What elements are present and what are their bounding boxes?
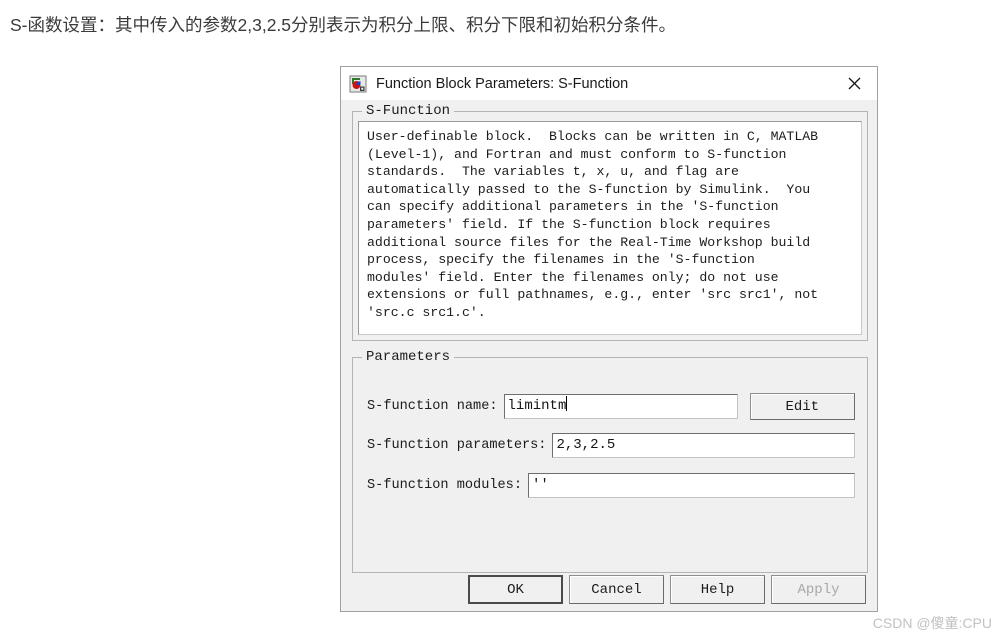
- close-icon[interactable]: [832, 67, 877, 100]
- parameters-groupbox: Parameters S-function name: limintm Edit…: [352, 349, 868, 573]
- ok-button[interactable]: OK: [468, 575, 563, 604]
- sfunction-name-row: S-function name: limintm Edit: [367, 393, 855, 420]
- page-caption: S-函数设置：其中传入的参数2,3,2.5分别表示为积分上限、积分下限和初始积分…: [10, 15, 677, 35]
- simulink-block-icon: [349, 75, 367, 93]
- function-block-parameters-dialog: Function Block Parameters: S-Function S-…: [340, 66, 878, 612]
- sfunction-parameters-label: S-function parameters:: [367, 438, 547, 453]
- sfunction-group-legend: S-Function: [362, 103, 455, 119]
- sfunction-parameters-row: S-function parameters: 2,3,2.5: [367, 433, 855, 458]
- cancel-button[interactable]: Cancel: [569, 575, 664, 604]
- text-caret: [566, 396, 568, 411]
- sfunction-description-text: User-definable block. Blocks can be writ…: [367, 129, 819, 320]
- help-button[interactable]: Help: [670, 575, 765, 604]
- sfunction-name-input[interactable]: limintm: [503, 394, 738, 419]
- sfunction-modules-value: '': [532, 477, 549, 493]
- sfunction-parameters-input[interactable]: 2,3,2.5: [552, 433, 855, 458]
- sfunction-parameters-value: 2,3,2.5: [556, 437, 616, 453]
- edit-button[interactable]: Edit: [749, 393, 855, 420]
- sfunction-name-value: limintm: [507, 398, 567, 414]
- sfunction-modules-label: S-function modules:: [367, 478, 522, 493]
- apply-button: Apply: [771, 575, 866, 604]
- sfunction-description-area: User-definable block. Blocks can be writ…: [358, 121, 862, 335]
- dialog-title: Function Block Parameters: S-Function: [376, 75, 629, 92]
- parameters-group-legend: Parameters: [362, 349, 455, 365]
- watermark: CSDN @傻童:CPU: [872, 615, 992, 631]
- sfunction-modules-input[interactable]: '': [528, 473, 855, 498]
- dialog-button-bar: OK Cancel Help Apply: [341, 575, 877, 604]
- sfunction-name-label: S-function name:: [367, 399, 498, 414]
- dialog-body: S-Function User-definable block. Blocks …: [341, 100, 877, 611]
- sfunction-groupbox: S-Function User-definable block. Blocks …: [352, 103, 868, 341]
- dialog-titlebar[interactable]: Function Block Parameters: S-Function: [341, 67, 877, 100]
- sfunction-modules-row: S-function modules: '': [367, 473, 855, 498]
